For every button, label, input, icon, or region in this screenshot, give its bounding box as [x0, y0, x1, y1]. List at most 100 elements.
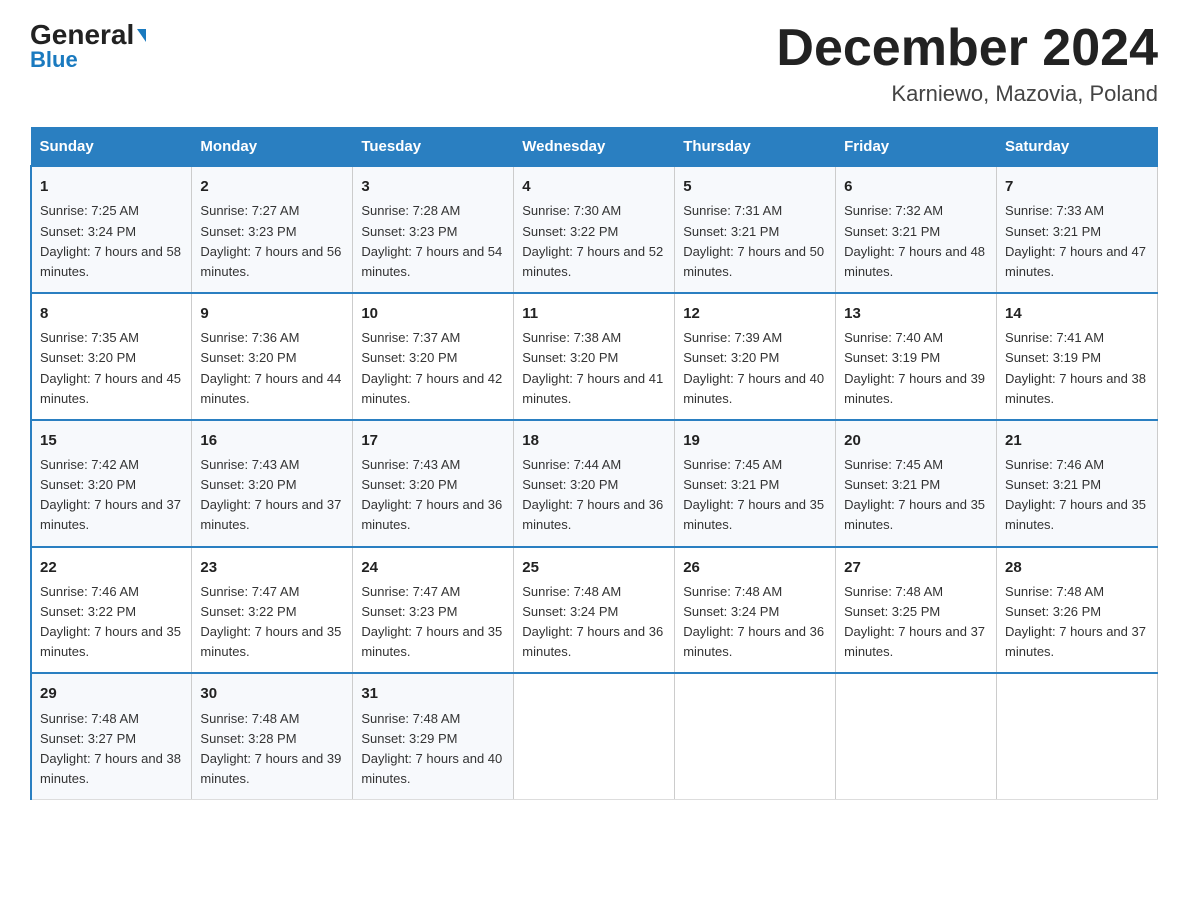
day-number: 3 — [361, 175, 505, 198]
day-daylight: Daylight: 7 hours and 35 minutes. — [40, 624, 181, 659]
day-number: 23 — [200, 556, 344, 579]
day-daylight: Daylight: 7 hours and 37 minutes. — [200, 497, 341, 532]
day-daylight: Daylight: 7 hours and 35 minutes. — [200, 624, 341, 659]
day-sunrise: Sunrise: 7:39 AM — [683, 330, 782, 345]
day-sunrise: Sunrise: 7:47 AM — [200, 584, 299, 599]
day-number: 24 — [361, 556, 505, 579]
day-sunset: Sunset: 3:20 PM — [522, 350, 618, 365]
day-number: 16 — [200, 429, 344, 452]
calendar-cell: 31 Sunrise: 7:48 AM Sunset: 3:29 PM Dayligh… — [353, 673, 514, 799]
day-sunrise: Sunrise: 7:43 AM — [200, 457, 299, 472]
day-sunset: Sunset: 3:20 PM — [40, 477, 136, 492]
calendar-cell: 7Sunrise: 7:33 AMSunset: 3:21 PMDaylight… — [997, 166, 1158, 293]
calendar-cell: 30Sunrise: 7:48 AMSunset: 3:28 PMDayligh… — [192, 673, 353, 799]
page-header: General Blue December 2024 Karniewo, Maz… — [30, 20, 1158, 107]
day-number: 7 — [1005, 175, 1149, 198]
day-number: 28 — [1005, 556, 1149, 579]
day-sunrise: Sunrise: 7:48 AM — [1005, 584, 1104, 599]
day-sunset: Sunset: 3:23 PM — [361, 604, 457, 619]
day-sunrise: Sunrise: 7:35 AM — [40, 330, 139, 345]
day-daylight: Daylight: 7 hours and 38 minutes. — [1005, 371, 1146, 406]
day-number: 8 — [40, 302, 183, 325]
day-sunrise: Sunrise: 7:44 AM — [522, 457, 621, 472]
day-sunset: Sunset: 3:20 PM — [361, 350, 457, 365]
weekday-header-sunday: Sunday — [31, 128, 192, 167]
day-daylight: Daylight: 7 hours and 48 minutes. — [844, 244, 985, 279]
day-daylight: Daylight: 7 hours and 40 minutes. — [683, 371, 824, 406]
weekday-header-tuesday: Tuesday — [353, 128, 514, 167]
calendar-cell — [675, 673, 836, 799]
calendar-cell: 11Sunrise: 7:38 AMSunset: 3:20 PMDayligh… — [514, 293, 675, 420]
day-sunset: Sunset: 3:20 PM — [200, 350, 296, 365]
day-sunrise: Sunrise: 7:48 AM — [361, 711, 460, 726]
calendar-cell: 22Sunrise: 7:46 AMSunset: 3:22 PMDayligh… — [31, 547, 192, 674]
day-sunrise: Sunrise: 7:31 AM — [683, 203, 782, 218]
day-number: 9 — [200, 302, 344, 325]
day-number: 31 — [361, 682, 505, 705]
calendar-cell — [836, 673, 997, 799]
day-daylight: Daylight: 7 hours and 40 minutes. — [361, 751, 502, 786]
day-sunset: Sunset: 3:21 PM — [1005, 224, 1101, 239]
day-daylight: Daylight: 7 hours and 52 minutes. — [522, 244, 663, 279]
day-daylight: Daylight: 7 hours and 54 minutes. — [361, 244, 502, 279]
day-daylight: Daylight: 7 hours and 37 minutes. — [40, 497, 181, 532]
day-sunset: Sunset: 3:28 PM — [200, 731, 296, 746]
day-sunrise: Sunrise: 7:30 AM — [522, 203, 621, 218]
weekday-header-thursday: Thursday — [675, 128, 836, 167]
day-sunset: Sunset: 3:19 PM — [844, 350, 940, 365]
calendar-cell: 15Sunrise: 7:42 AMSunset: 3:20 PMDayligh… — [31, 420, 192, 547]
calendar-week-row: 22Sunrise: 7:46 AMSunset: 3:22 PMDayligh… — [31, 547, 1158, 674]
day-sunset: Sunset: 3:24 PM — [522, 604, 618, 619]
calendar-cell: 1Sunrise: 7:25 AMSunset: 3:24 PMDaylight… — [31, 166, 192, 293]
calendar-week-row: 15Sunrise: 7:42 AMSunset: 3:20 PMDayligh… — [31, 420, 1158, 547]
calendar-cell: 23Sunrise: 7:47 AMSunset: 3:22 PMDayligh… — [192, 547, 353, 674]
day-daylight: Daylight: 7 hours and 42 minutes. — [361, 371, 502, 406]
day-number: 20 — [844, 429, 988, 452]
day-number: 4 — [522, 175, 666, 198]
day-number: 30 — [200, 682, 344, 705]
day-sunset: Sunset: 3:20 PM — [200, 477, 296, 492]
day-sunset: Sunset: 3:20 PM — [522, 477, 618, 492]
calendar-week-row: 8 Sunrise: 7:35 AM Sunset: 3:20 PM Daylight… — [31, 293, 1158, 420]
day-number: 25 — [522, 556, 666, 579]
day-sunset: Sunset: 3:20 PM — [683, 350, 779, 365]
day-daylight: Daylight: 7 hours and 38 minutes. — [40, 751, 181, 786]
calendar-cell: 17Sunrise: 7:43 AMSunset: 3:20 PMDayligh… — [353, 420, 514, 547]
day-sunset: Sunset: 3:24 PM — [683, 604, 779, 619]
day-sunset: Sunset: 3:21 PM — [844, 477, 940, 492]
day-sunrise: Sunrise: 7:48 AM — [200, 711, 299, 726]
day-sunset: Sunset: 3:21 PM — [683, 224, 779, 239]
calendar-cell: 2Sunrise: 7:27 AMSunset: 3:23 PMDaylight… — [192, 166, 353, 293]
day-daylight: Daylight: 7 hours and 47 minutes. — [1005, 244, 1146, 279]
day-daylight: Daylight: 7 hours and 41 minutes. — [522, 371, 663, 406]
day-sunrise: Sunrise: 7:40 AM — [844, 330, 943, 345]
day-number: 29 — [40, 682, 183, 705]
day-sunrise: Sunrise: 7:45 AM — [683, 457, 782, 472]
day-sunset: Sunset: 3:29 PM — [361, 731, 457, 746]
day-sunrise: Sunrise: 7:48 AM — [844, 584, 943, 599]
day-daylight: Daylight: 7 hours and 37 minutes. — [844, 624, 985, 659]
day-number: 1 — [40, 175, 183, 198]
calendar-cell: 29Sunrise: 7:48 AMSunset: 3:27 PMDayligh… — [31, 673, 192, 799]
day-daylight: Daylight: 7 hours and 44 minutes. — [200, 371, 341, 406]
weekday-header-saturday: Saturday — [997, 128, 1158, 167]
location-title: Karniewo, Mazovia, Poland — [776, 81, 1158, 107]
day-sunset: Sunset: 3:20 PM — [361, 477, 457, 492]
day-sunrise: Sunrise: 7:46 AM — [1005, 457, 1104, 472]
day-daylight: Daylight: 7 hours and 36 minutes. — [522, 624, 663, 659]
calendar-cell: 20Sunrise: 7:45 AMSunset: 3:21 PMDayligh… — [836, 420, 997, 547]
day-number: 19 — [683, 429, 827, 452]
month-title: December 2024 — [776, 20, 1158, 77]
day-sunset: Sunset: 3:21 PM — [683, 477, 779, 492]
calendar-cell: 8Sunrise: 7:35 AMSunset: 3:20 PMDaylight… — [31, 293, 192, 420]
calendar-cell: 10Sunrise: 7:37 AMSunset: 3:20 PMDayligh… — [353, 293, 514, 420]
logo-sub-text: Blue — [30, 47, 78, 73]
day-sunrise: Sunrise: 7:48 AM — [522, 584, 621, 599]
calendar-cell: 24Sunrise: 7:47 AMSunset: 3:23 PMDayligh… — [353, 547, 514, 674]
day-number: 17 — [361, 429, 505, 452]
day-sunset: Sunset: 3:26 PM — [1005, 604, 1101, 619]
calendar-table: SundayMondayTuesdayWednesdayThursdayFrid… — [30, 127, 1158, 800]
day-sunset: Sunset: 3:23 PM — [200, 224, 296, 239]
day-daylight: Daylight: 7 hours and 36 minutes. — [683, 624, 824, 659]
day-sunset: Sunset: 3:23 PM — [361, 224, 457, 239]
